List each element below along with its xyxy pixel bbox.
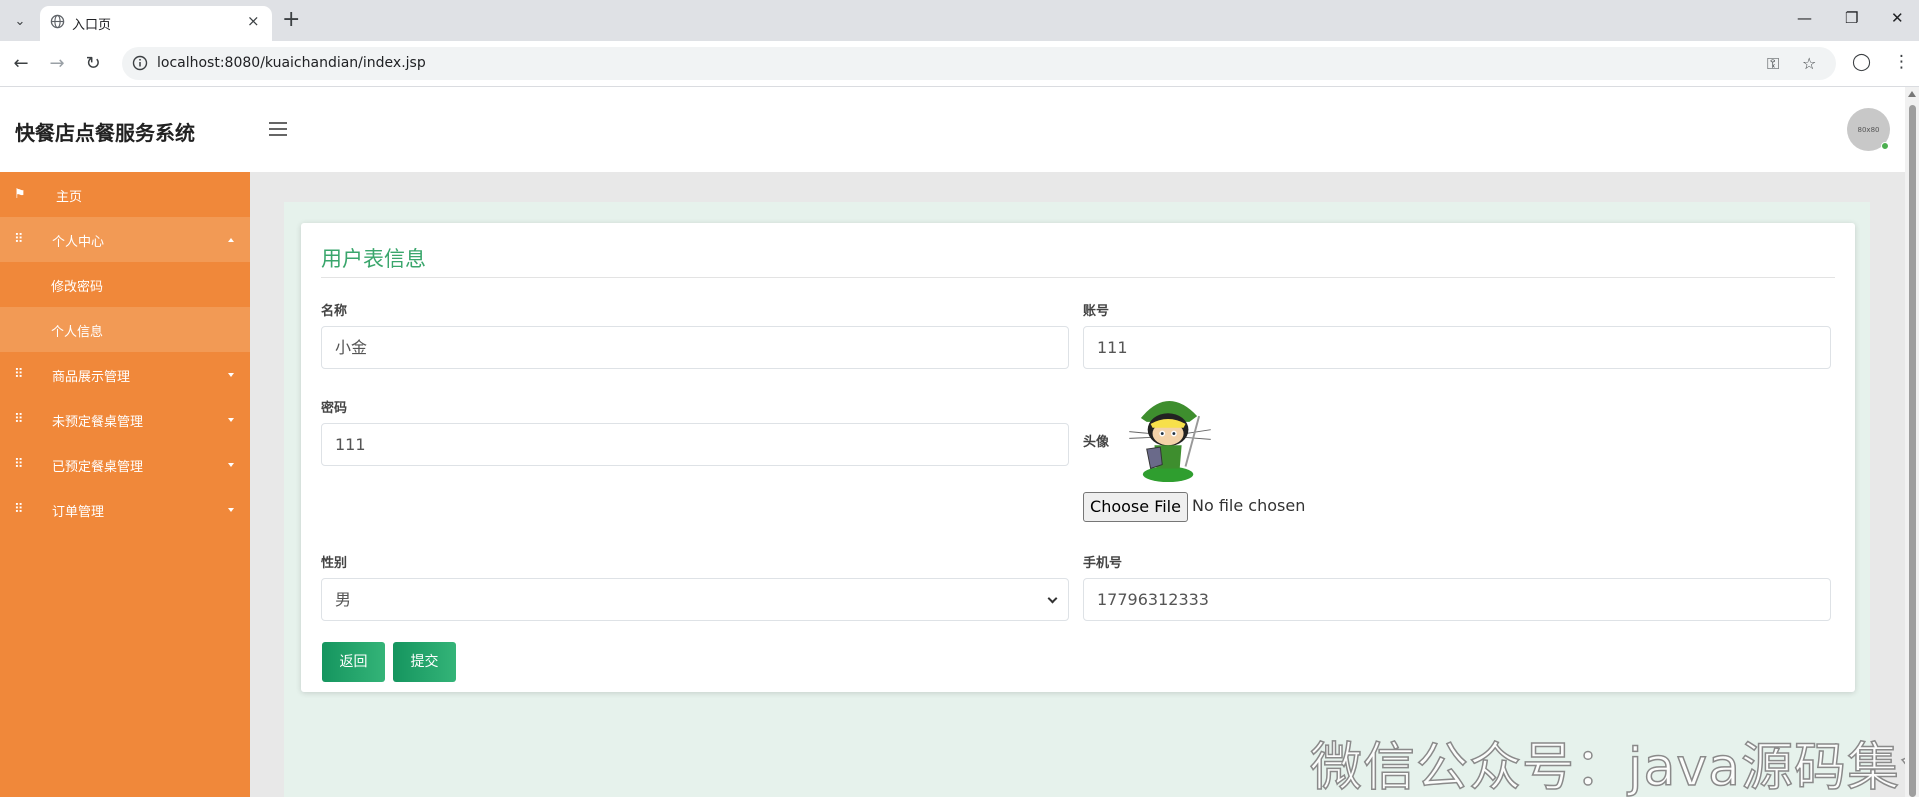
top-navbar: 快餐店点餐服务系统 80x80 — [0, 87, 1905, 172]
sidebar: ⚑ 主页 ⠿ 个人中心 修改密码 个人信息 ⠿ 商品展示管理 ⠿ 未预定餐桌管理… — [0, 172, 250, 797]
grid-icon: ⠿ — [14, 367, 24, 382]
hamburger-menu-icon[interactable] — [269, 122, 287, 136]
sidebar-subitem-personal-info[interactable]: 个人信息 — [0, 307, 250, 352]
reload-icon[interactable]: ↻ — [80, 50, 106, 76]
password-label: 密码 — [321, 401, 348, 416]
sidebar-item-reserved-tables[interactable]: ⠿ 已预定餐桌管理 — [0, 442, 250, 487]
password-key-icon[interactable]: ⚿ — [1767, 54, 1779, 74]
chevron-down-icon — [1047, 593, 1058, 604]
name-input[interactable]: 小金 — [321, 326, 1069, 369]
tab-title: 入口页 — [72, 18, 112, 33]
sidebar-item-personal-center[interactable]: ⠿ 个人中心 — [0, 217, 250, 262]
phone-input[interactable]: 17796312333 — [1083, 578, 1831, 621]
password-input[interactable]: 111 — [321, 423, 1069, 466]
web-page: 快餐店点餐服务系统 80x80 ⚑ 主页 ⠿ 个人中心 修改密码 个人信息 ⠿ … — [0, 87, 1905, 797]
minimize-icon[interactable]: — — [1797, 9, 1812, 27]
bookmark-star-icon[interactable]: ☆ — [1802, 54, 1816, 73]
grid-icon: ⠿ — [14, 457, 24, 472]
flag-icon: ⚑ — [14, 187, 26, 202]
site-info-icon[interactable] — [132, 55, 148, 71]
profile-icon[interactable]: ◯ — [1852, 52, 1871, 72]
watermark-text: 微信公众号：java源码集合 — [1309, 737, 1905, 797]
tab-search-chevron-icon[interactable]: ⌄ — [9, 10, 31, 32]
submit-button[interactable]: 提交 — [393, 642, 456, 682]
form-title: 用户表信息 — [321, 247, 426, 271]
app-title: 快餐店点餐服务系统 — [15, 121, 195, 145]
scroll-up-arrow-icon[interactable] — [1908, 91, 1916, 97]
caret-up-icon — [228, 238, 234, 242]
grid-icon: ⠿ — [14, 502, 24, 517]
caret-down-icon — [228, 463, 234, 467]
sidebar-item-product-management[interactable]: ⠿ 商品展示管理 — [0, 352, 250, 397]
grid-icon: ⠿ — [14, 232, 24, 247]
sidebar-item-home[interactable]: ⚑ 主页 — [0, 172, 250, 217]
tab-close-icon[interactable]: × — [247, 12, 260, 30]
account-input[interactable]: 111 — [1083, 326, 1831, 369]
file-status-text: No file chosen — [1192, 496, 1306, 515]
sidebar-item-unreserved-tables[interactable]: ⠿ 未预定餐桌管理 — [0, 397, 250, 442]
gender-selected-value: 男 — [335, 590, 352, 609]
gender-label: 性别 — [321, 556, 348, 571]
avatar-label: 头像 — [1083, 435, 1110, 450]
sidebar-subitem-change-password[interactable]: 修改密码 — [0, 262, 250, 307]
kebab-menu-icon[interactable]: ⋮ — [1893, 52, 1910, 72]
phone-label: 手机号 — [1083, 556, 1123, 571]
browser-toolbar: ← → ↻ localhost:8080/kuaichandian/index.… — [0, 41, 1919, 87]
forward-arrow-icon[interactable]: → — [44, 50, 70, 76]
caret-down-icon — [228, 418, 234, 422]
browser-tab-strip: ⌄ 入口页 × + — ❐ ✕ — [0, 0, 1919, 41]
back-button[interactable]: 返回 — [322, 642, 385, 682]
gender-select[interactable]: 男 — [321, 578, 1069, 621]
caret-down-icon — [228, 373, 234, 377]
account-label: 账号 — [1083, 304, 1110, 319]
page-scrollbar[interactable] — [1905, 87, 1919, 797]
caret-down-icon — [228, 508, 234, 512]
browser-tab[interactable]: 入口页 × — [40, 6, 272, 41]
restore-icon[interactable]: ❐ — [1845, 9, 1858, 27]
url-text[interactable]: localhost:8080/kuaichandian/index.jsp — [157, 55, 426, 71]
online-status-dot — [1881, 142, 1889, 150]
choose-file-button[interactable]: Choose File — [1083, 492, 1188, 522]
new-tab-icon[interactable]: + — [282, 7, 300, 32]
back-arrow-icon[interactable]: ← — [8, 50, 34, 76]
avatar-image — [1129, 401, 1211, 483]
window-close-icon[interactable]: ✕ — [1891, 9, 1904, 27]
address-bar[interactable]: localhost:8080/kuaichandian/index.jsp ⚿ … — [122, 47, 1836, 80]
globe-icon — [50, 14, 65, 29]
sidebar-item-order-management[interactable]: ⠿ 订单管理 — [0, 487, 250, 532]
grid-icon: ⠿ — [14, 412, 24, 427]
user-info-form-card: 用户表信息 名称 小金 账号 111 密码 111 头像 Choose File… — [301, 223, 1855, 692]
scrollbar-thumb[interactable] — [1909, 105, 1916, 797]
title-divider — [321, 277, 1835, 278]
name-label: 名称 — [321, 304, 348, 319]
